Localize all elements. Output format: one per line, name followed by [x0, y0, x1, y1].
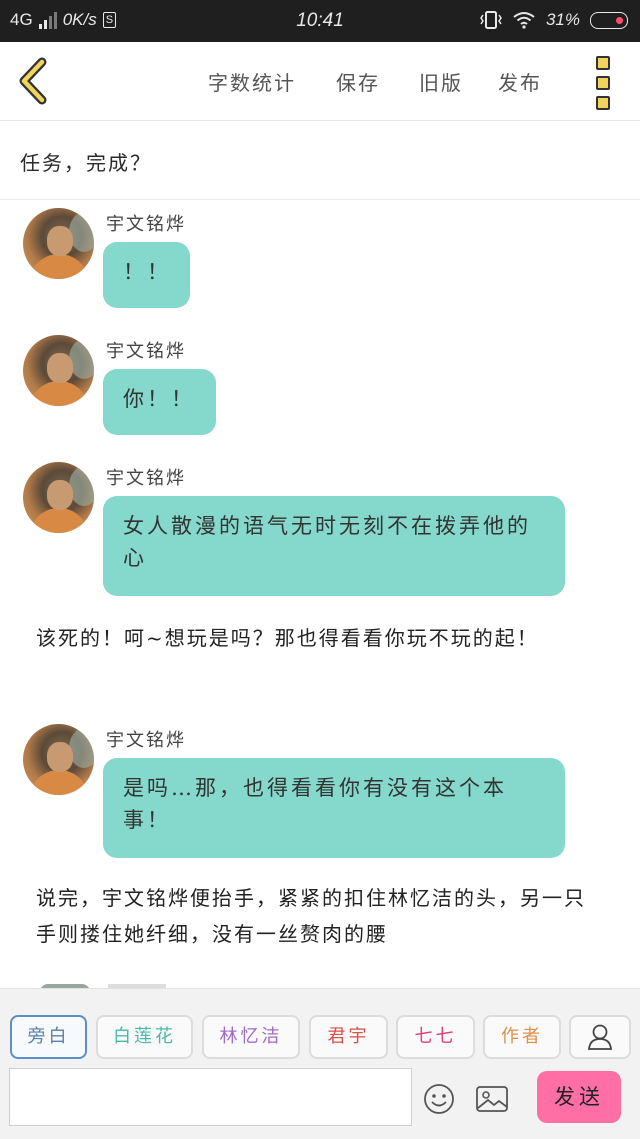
user-icon — [588, 1024, 612, 1050]
word-count-button[interactable]: 字数统计 — [208, 67, 296, 96]
message-bubble[interactable]: 女人散漫的语气无时无刻不在拨弄他的心 — [103, 496, 565, 596]
narration-text[interactable]: 该死的！呵~想玩是吗？那也得看看你玩不玩的起！ — [36, 620, 596, 656]
avatar[interactable] — [23, 335, 94, 406]
battery-icon — [590, 11, 628, 29]
more-vertical-icon — [596, 56, 610, 70]
vibrate-icon — [480, 11, 502, 29]
status-bar: 4G 0K/s S 10:41 31% — [0, 0, 640, 42]
send-button[interactable]: 发送 — [537, 1071, 621, 1123]
compose-panel: 旁白 白莲花 林忆洁 君宇 七七 作者 发送 — [0, 988, 640, 1139]
publish-button[interactable]: 发布 — [498, 67, 542, 96]
save-button[interactable]: 保存 — [336, 67, 380, 96]
battery-percent: 31% — [545, 10, 580, 29]
role-button-lin-yijie[interactable]: 林忆洁 — [202, 1015, 300, 1059]
add-role-button[interactable] — [569, 1015, 631, 1059]
story-title: 任务，完成？ — [20, 151, 152, 175]
role-button-author[interactable]: 作者 — [483, 1015, 561, 1059]
back-button[interactable] — [12, 56, 56, 106]
emoji-icon — [424, 1084, 454, 1114]
role-button-junyu[interactable]: 君宇 — [309, 1015, 388, 1059]
speaker-name: 宇文铭烨 — [106, 730, 186, 751]
chevron-left-icon — [19, 57, 47, 105]
message-bubble[interactable]: 是吗…那，也得看看你有没有这个本事！ — [103, 758, 565, 858]
more-dot — [596, 76, 610, 90]
wifi-icon — [513, 12, 535, 29]
emoji-button[interactable] — [423, 1083, 455, 1115]
role-label: 作者 — [501, 1026, 543, 1047]
message-bubble[interactable]: 你！！ — [103, 369, 216, 435]
role-label: 林忆洁 — [219, 1026, 283, 1047]
avatar[interactable] — [23, 724, 94, 795]
chat-content[interactable]: 宇文铭烨 ！！ 宇文铭烨 你！！ 宇文铭烨 女人散漫的语气无时无刻不在拨弄他的心… — [0, 200, 640, 988]
old-version-button[interactable]: 旧版 — [419, 67, 463, 96]
image-icon — [476, 1086, 508, 1112]
narration-text[interactable]: 说完，宇文铭烨便抬手，紧紧的扣住林忆洁的头，另一只手则搂住她纤细，没有一丝赘肉的… — [36, 880, 596, 952]
role-button-white-lotus[interactable]: 白莲花 — [96, 1015, 193, 1059]
top-toolbar: 字数统计 保存 旧版 发布 — [0, 42, 640, 121]
message-bubble[interactable]: ！！ — [103, 242, 190, 308]
speaker-name: 宇文铭烨 — [106, 341, 186, 362]
more-dot — [596, 96, 610, 110]
role-label: 七七 — [414, 1026, 457, 1047]
more-menu-button[interactable] — [594, 56, 616, 110]
status-right: 31% — [480, 10, 628, 30]
role-label: 君宇 — [327, 1026, 370, 1047]
speaker-name: 宇文铭烨 — [106, 468, 186, 489]
role-label: 旁白 — [27, 1026, 70, 1047]
avatar[interactable] — [23, 208, 94, 279]
speaker-name: 宇文铭烨 — [106, 214, 186, 235]
story-title-row[interactable]: 任务，完成？ — [0, 121, 640, 200]
message-input[interactable] — [9, 1068, 412, 1126]
role-button-qiqi[interactable]: 七七 — [396, 1015, 475, 1059]
avatar[interactable] — [23, 462, 94, 533]
role-button-narrator[interactable]: 旁白 — [10, 1015, 87, 1059]
image-button[interactable] — [475, 1084, 509, 1114]
role-label: 白莲花 — [113, 1026, 176, 1047]
